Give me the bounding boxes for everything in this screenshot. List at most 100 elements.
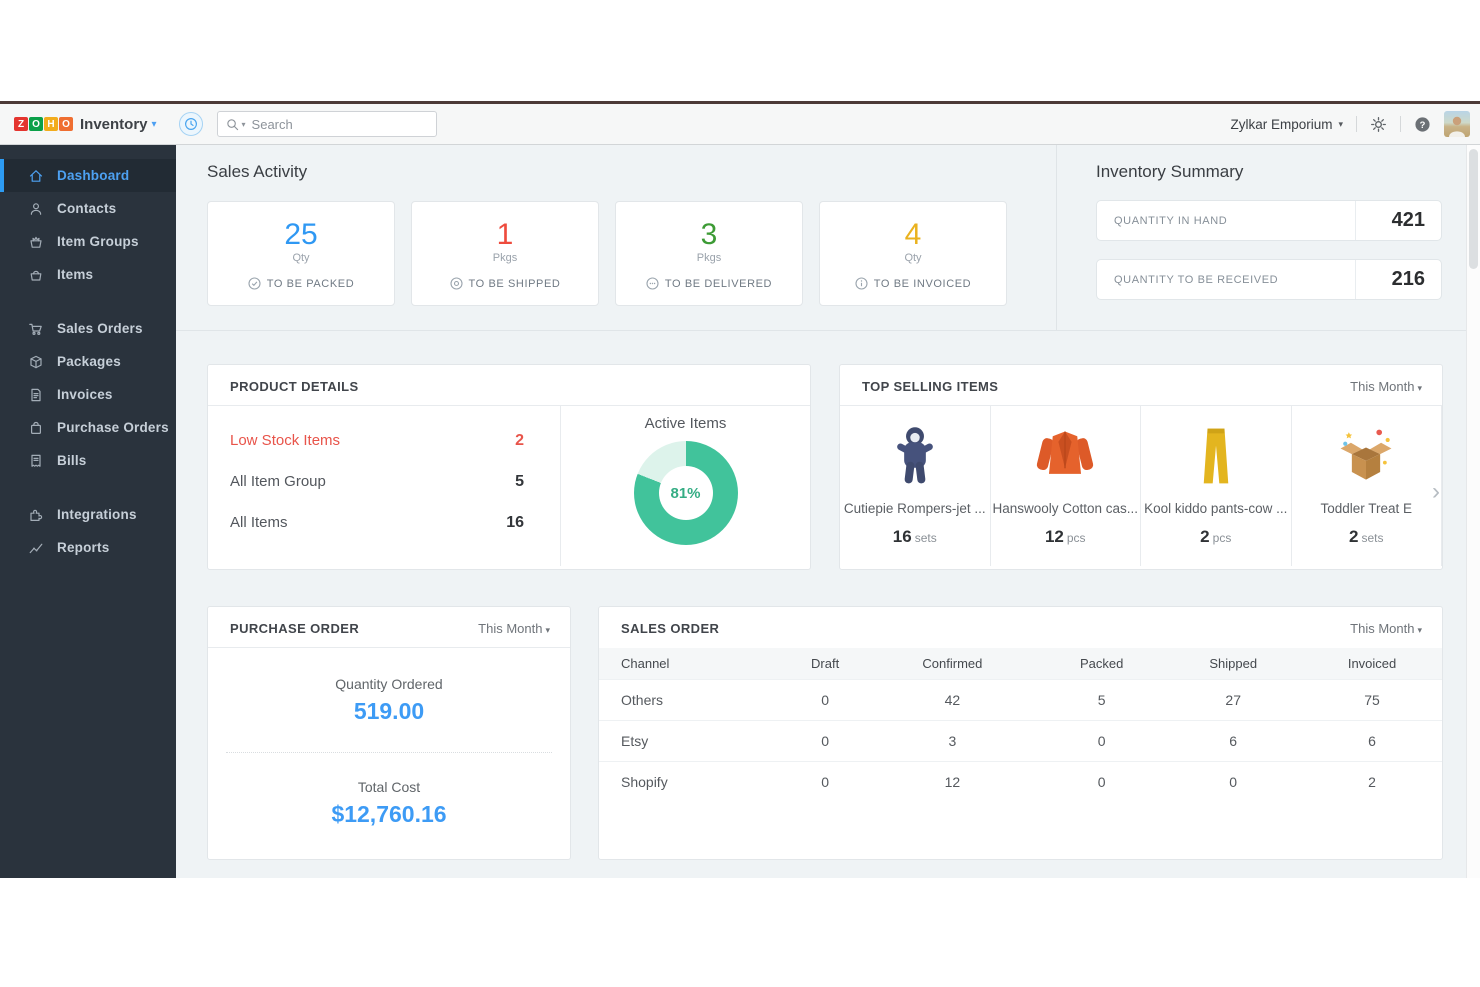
sidebar-item-items[interactable]: Items <box>0 258 176 291</box>
qty-unit: sets <box>1361 531 1384 545</box>
all-items-row[interactable]: All Items 16 <box>208 502 560 543</box>
summary-label: QUANTITY TO BE RECEIVED <box>1114 273 1279 286</box>
sidebar-item-item-groups[interactable]: Item Groups <box>0 225 176 258</box>
divider <box>1356 116 1357 132</box>
value-cell: 6 <box>1164 719 1303 761</box>
period-label: This Month <box>1350 379 1415 394</box>
sidebar-item-packages[interactable]: Packages <box>0 345 176 378</box>
sidebar-item-purchase-orders[interactable]: Purchase Orders <box>0 411 176 444</box>
sidebar-item-label: Packages <box>57 354 121 369</box>
app-window: Z O H O Inventory ▾ ▾ Zylkar Emp <box>0 101 1480 878</box>
settings-button[interactable] <box>1370 116 1387 133</box>
qty-value: 12 <box>1044 527 1064 546</box>
active-items-title: Active Items <box>644 415 727 432</box>
period-dropdown[interactable]: This Month ▾ <box>478 621 550 636</box>
org-switcher[interactable]: Zylkar Emporium ▾ <box>1230 117 1343 132</box>
recent-activity-button[interactable] <box>178 112 203 136</box>
chevron-down-icon: ▾ <box>1338 118 1343 129</box>
card-title: SALES ORDER <box>621 621 720 636</box>
top-selling-item[interactable]: Toddler Treat E 2 sets <box>1292 406 1442 566</box>
to-be-shipped-card[interactable]: 1 Pkgs TO BE SHIPPED <box>411 201 599 306</box>
check-circle-icon <box>248 277 261 290</box>
sidebar-item-dashboard[interactable]: Dashboard <box>0 159 176 192</box>
dashboard-content: Sales Activity 25 Qty TO BE PACKED 1 Pkg… <box>176 145 1480 878</box>
row-label: All Item Group <box>230 473 326 490</box>
row-label: Low Stock Items <box>230 432 341 449</box>
product-image-orange-cardigan <box>991 418 1141 494</box>
donut-percent-label: 81% <box>670 484 701 502</box>
table-row: Others 0 42 5 27 75 <box>599 678 1442 720</box>
metric-label-row: TO BE PACKED <box>208 277 394 290</box>
top-selling-item[interactable]: Kool kiddo pants-cow ... 2 pcs <box>1141 406 1292 566</box>
search-input[interactable] <box>251 116 428 132</box>
card-header: TOP SELLING ITEMS This Month ▾ <box>840 365 1442 406</box>
low-stock-items-row[interactable]: Low Stock Items 2 <box>208 420 560 461</box>
metric-label: Total Cost <box>357 779 421 795</box>
sidebar-item-label: Contacts <box>57 201 117 216</box>
metric-unit: Qty <box>904 252 922 264</box>
top-band: Sales Activity 25 Qty TO BE PACKED 1 Pkg… <box>176 145 1480 331</box>
to-be-invoiced-card[interactable]: 4 Qty TO BE INVOICED <box>819 201 1007 306</box>
sidebar-item-invoices[interactable]: Invoices <box>0 378 176 411</box>
top-selling-item[interactable]: Hanswooly Cotton cas... 12 pcs <box>991 406 1141 566</box>
row-value: 5 <box>515 472 524 490</box>
card-title: PURCHASE ORDER <box>230 621 360 636</box>
value-cell: 27 <box>1164 678 1303 720</box>
channel-cell: Etsy <box>599 719 785 761</box>
period-label: This Month <box>1350 621 1415 636</box>
shipped-circle-icon <box>449 277 463 290</box>
value-cell: 42 <box>865 678 1040 720</box>
divider <box>1400 116 1401 132</box>
card-title: TOP SELLING ITEMS <box>862 379 999 394</box>
carousel-next-icon[interactable]: › <box>1432 480 1440 504</box>
sidebar-item-label: Purchase Orders <box>57 420 169 435</box>
value-cell: 12 <box>865 760 1040 802</box>
product-name: Kool kiddo pants-cow ... <box>1144 501 1288 516</box>
period-dropdown[interactable]: This Month ▾ <box>1350 379 1422 394</box>
table-row: Etsy 0 3 0 6 6 <box>599 719 1442 761</box>
sidebar-item-bills[interactable]: Bills <box>0 444 176 477</box>
scrollbar-thumb[interactable] <box>1469 149 1478 269</box>
sales-activity-section: Sales Activity 25 Qty TO BE PACKED 1 Pkg… <box>176 145 1057 330</box>
sidebar-item-sales-orders[interactable]: Sales Orders <box>0 312 176 345</box>
all-item-group-row[interactable]: All Item Group 5 <box>208 461 560 502</box>
sidebar-item-reports[interactable]: Reports <box>0 531 176 564</box>
search-icon <box>226 118 238 130</box>
logo-tile: O <box>29 117 43 131</box>
product-qty: 16 sets <box>840 527 990 547</box>
column-header: Draft <box>784 648 866 679</box>
product-image-baby-romper <box>840 418 990 494</box>
user-avatar[interactable] <box>1444 111 1470 137</box>
cart-icon <box>28 321 44 337</box>
metric-label: Quantity Ordered <box>335 676 443 692</box>
sidebar-item-integrations[interactable]: Integrations <box>0 498 176 531</box>
to-be-delivered-card[interactable]: 3 Pkgs TO BE DELIVERED <box>615 201 803 306</box>
value-cell: 6 <box>1302 719 1442 761</box>
help-button[interactable]: ? <box>1414 116 1431 133</box>
zoho-inventory-logo[interactable]: Z O H O Inventory ▾ <box>14 116 157 133</box>
history-clock-icon <box>184 117 197 131</box>
delivered-circle-icon <box>646 277 659 290</box>
sidebar-item-contacts[interactable]: Contacts <box>0 192 176 225</box>
total-cost-metric: Total Cost $12,760.16 <box>226 752 552 828</box>
period-dropdown[interactable]: This Month ▾ <box>1350 621 1422 636</box>
to-be-packed-card[interactable]: 25 Qty TO BE PACKED <box>207 201 395 306</box>
scrollbar[interactable] <box>1466 145 1480 878</box>
column-header: Invoiced <box>1302 648 1442 679</box>
value-cell: 0 <box>1164 760 1303 802</box>
top-selling-item[interactable]: Cutiepie Rompers-jet ... 16 sets <box>840 406 991 566</box>
donut-hole: 81% <box>658 466 713 520</box>
chevron-down-icon: ▾ <box>1417 383 1422 393</box>
global-search: ▾ <box>216 111 437 137</box>
svg-text:?: ? <box>1420 119 1426 130</box>
zoho-logo-tiles: Z O H O <box>14 117 73 131</box>
purchase-order-card: PURCHASE ORDER This Month ▾ Quantity Orde… <box>207 606 571 860</box>
row-label: All Items <box>230 514 288 531</box>
product-qty: 2 sets <box>1292 527 1442 547</box>
metric-label: TO BE PACKED <box>266 277 355 290</box>
product-name: Inventory <box>80 115 148 133</box>
sidebar-item-label: Bills <box>57 453 87 468</box>
metric-unit: Qty <box>292 252 310 264</box>
search-scope-caret-icon[interactable]: ▾ <box>242 120 246 129</box>
